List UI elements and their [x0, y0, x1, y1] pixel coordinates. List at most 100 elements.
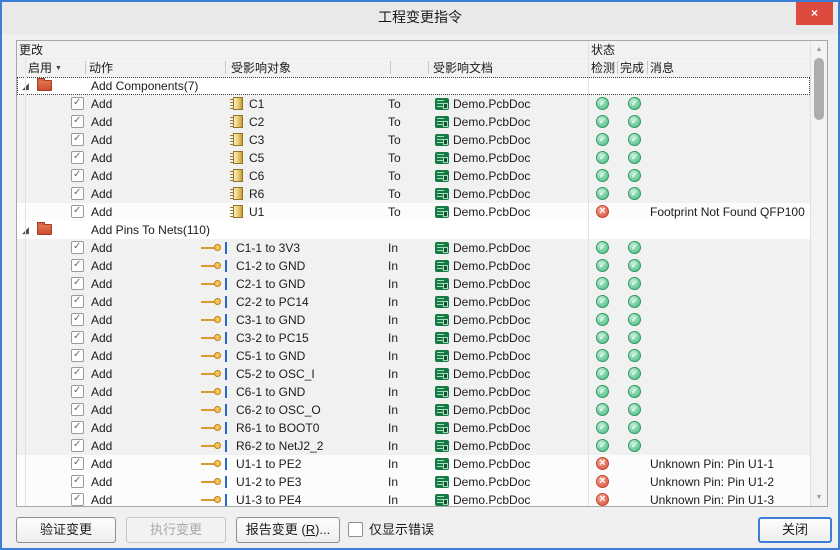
change-row[interactable]: Add C3 To Demo.PcbDoc — [17, 131, 810, 149]
pcbdoc-icon — [435, 404, 449, 416]
change-row[interactable]: Add R6-2 to NetJ2_2 In Demo.PcbDoc — [17, 437, 810, 455]
action-label: Add — [91, 241, 113, 255]
scroll-up-icon[interactable]: ▲ — [811, 42, 827, 57]
header-enable[interactable]: 启用 — [28, 59, 52, 77]
scrollbar-thumb[interactable] — [814, 58, 824, 120]
close-button[interactable]: 关闭 — [758, 517, 832, 543]
preposition-label: In — [388, 259, 399, 273]
preposition-label: To — [388, 205, 401, 219]
title-bar: 工程变更指令 × — [2, 2, 838, 34]
enable-checkbox[interactable] — [71, 205, 84, 218]
group-row[interactable]: ◢ Add Pins To Nets(110) — [17, 221, 810, 239]
enable-checkbox[interactable] — [71, 187, 84, 200]
enable-checkbox[interactable] — [71, 367, 84, 380]
change-row[interactable]: Add C2-2 to PC14 In Demo.PcbDoc — [17, 293, 810, 311]
report-changes-button[interactable]: 报告变更 (R)... — [236, 517, 340, 543]
affected-document-label: Demo.PcbDoc — [453, 493, 531, 506]
enable-checkbox[interactable] — [71, 97, 84, 110]
pcbdoc-icon — [435, 314, 449, 326]
pcbdoc-icon — [435, 422, 449, 434]
change-row[interactable]: Add U1-1 to PE2 In Demo.PcbDoc Unknown Pin: … — [17, 455, 810, 473]
group-row[interactable]: ◢ Add Components(7) — [17, 77, 810, 95]
pin-icon — [201, 458, 227, 470]
change-row[interactable]: Add C5-1 to GND In Demo.PcbDoc — [17, 347, 810, 365]
header-changes: 更改 — [19, 43, 44, 57]
affected-object-label: U1 — [249, 205, 265, 219]
component-icon — [230, 169, 243, 182]
enable-checkbox[interactable] — [71, 349, 84, 362]
change-row[interactable]: Add C3-1 to GND In Demo.PcbDoc — [17, 311, 810, 329]
change-row[interactable]: Add C6 To Demo.PcbDoc — [17, 167, 810, 185]
done-ok-icon — [628, 259, 641, 272]
enable-checkbox[interactable] — [71, 277, 84, 290]
change-row[interactable]: Add C2 To Demo.PcbDoc — [17, 113, 810, 131]
enable-checkbox[interactable] — [71, 151, 84, 164]
enable-checkbox[interactable] — [71, 313, 84, 326]
change-row[interactable]: Add C5-2 to OSC_I In Demo.PcbDoc — [17, 365, 810, 383]
enable-checkbox[interactable] — [71, 493, 84, 506]
affected-document-label: Demo.PcbDoc — [453, 439, 531, 453]
enable-checkbox[interactable] — [71, 457, 84, 470]
enable-checkbox[interactable] — [71, 421, 84, 434]
affected-document-label: Demo.PcbDoc — [453, 241, 531, 255]
change-row[interactable]: Add C1-2 to GND In Demo.PcbDoc — [17, 257, 810, 275]
group-label: Add Components(7) — [91, 79, 199, 93]
header-check[interactable]: 检测 — [591, 59, 615, 77]
change-row[interactable]: Add C6-2 to OSC_O In Demo.PcbDoc — [17, 401, 810, 419]
done-ok-icon — [628, 367, 641, 380]
check-error-icon — [596, 475, 609, 488]
check-error-icon — [596, 493, 609, 506]
change-row[interactable]: Add R6 To Demo.PcbDoc — [17, 185, 810, 203]
validate-changes-button[interactable]: 验证变更 — [16, 517, 116, 543]
change-row[interactable]: Add U1 To Demo.PcbDoc Footprint Not Found QF… — [17, 203, 810, 221]
change-row[interactable]: Add C6-1 to GND In Demo.PcbDoc — [17, 383, 810, 401]
preposition-label: To — [388, 187, 401, 201]
filter-dropdown-icon[interactable]: ▼ — [55, 65, 62, 72]
enable-checkbox[interactable] — [71, 169, 84, 182]
close-icon[interactable]: × — [796, 2, 833, 25]
pcbdoc-icon — [435, 368, 449, 380]
pin-icon — [201, 278, 227, 290]
enable-checkbox[interactable] — [71, 475, 84, 488]
pin-icon — [201, 260, 227, 272]
header-message[interactable]: 消息 — [650, 59, 674, 77]
change-row[interactable]: Add C2-1 to GND In Demo.PcbDoc — [17, 275, 810, 293]
preposition-label: In — [388, 403, 399, 417]
change-row[interactable]: Add C5 To Demo.PcbDoc — [17, 149, 810, 167]
change-row[interactable]: Add U1-2 to PE3 In Demo.PcbDoc Unknown Pin: … — [17, 473, 810, 491]
header-affected-document[interactable]: 受影响文档 — [433, 59, 493, 77]
expand-icon[interactable]: ◢ — [22, 226, 29, 235]
enable-checkbox[interactable] — [71, 241, 84, 254]
scroll-down-icon[interactable]: ▼ — [811, 490, 827, 505]
only-show-errors-checkbox[interactable] — [348, 522, 363, 537]
enable-checkbox[interactable] — [71, 133, 84, 146]
change-row[interactable]: Add C1 To Demo.PcbDoc — [17, 95, 810, 113]
enable-checkbox[interactable] — [71, 115, 84, 128]
pin-icon — [201, 350, 227, 362]
done-ok-icon — [628, 349, 641, 362]
action-label: Add — [91, 205, 113, 219]
enable-checkbox[interactable] — [71, 403, 84, 416]
affected-document-label: Demo.PcbDoc — [453, 313, 531, 327]
execute-changes-button[interactable]: 执行变更 — [126, 517, 226, 543]
enable-checkbox[interactable] — [71, 259, 84, 272]
header-action[interactable]: 动作 — [89, 59, 113, 77]
expand-icon[interactable]: ◢ — [22, 82, 29, 91]
header-affected-object[interactable]: 受影响对象 — [231, 59, 291, 77]
change-row[interactable]: Add C1-1 to 3V3 In Demo.PcbDoc — [17, 239, 810, 257]
enable-checkbox[interactable] — [71, 439, 84, 452]
check-ok-icon — [596, 169, 609, 182]
change-row[interactable]: Add R6-1 to BOOT0 In Demo.PcbDoc — [17, 419, 810, 437]
enable-checkbox[interactable] — [71, 331, 84, 344]
enable-checkbox[interactable] — [71, 385, 84, 398]
header-done[interactable]: 完成 — [620, 59, 644, 77]
vertical-scrollbar[interactable]: ▲ ▼ — [810, 41, 827, 506]
pin-icon — [201, 386, 227, 398]
change-row[interactable]: Add U1-3 to PE4 In Demo.PcbDoc Unknown Pin: … — [17, 491, 810, 506]
only-show-errors-label: 仅显示错误 — [369, 522, 435, 537]
change-row[interactable]: Add C3-2 to PC15 In Demo.PcbDoc — [17, 329, 810, 347]
component-icon — [230, 205, 243, 218]
check-ok-icon — [596, 349, 609, 362]
affected-object-label: C2-1 to GND — [236, 277, 306, 291]
enable-checkbox[interactable] — [71, 295, 84, 308]
